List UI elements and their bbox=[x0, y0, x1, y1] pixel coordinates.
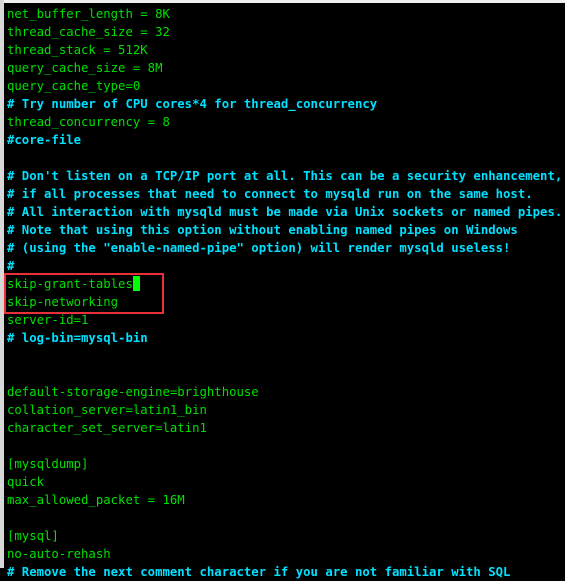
config-comment-line: # Note that using this option without en… bbox=[7, 221, 565, 239]
config-line: query_cache_size = 8M bbox=[7, 59, 565, 77]
line-text: # Remove the next comment character if y… bbox=[7, 565, 511, 579]
line-text: # Note that using this option without en… bbox=[7, 223, 518, 237]
line-text: [mysql] bbox=[7, 529, 59, 543]
line-text: default-storage-engine=brighthouse bbox=[7, 385, 259, 399]
config-line: thread_stack = 512K bbox=[7, 41, 565, 59]
config-comment-line: # Don't listen on a TCP/IP port at all. … bbox=[7, 167, 565, 185]
line-text: server-id=1 bbox=[7, 313, 89, 327]
line-text: # Don't listen on a TCP/IP port at all. … bbox=[7, 169, 563, 183]
line-text: no-auto-rehash bbox=[7, 547, 111, 561]
config-line: net_buffer_length = 8K bbox=[7, 5, 565, 23]
config-comment-line: #core-file bbox=[7, 131, 565, 149]
line-text: thread_cache_size = 32 bbox=[7, 25, 170, 39]
config-comment-line: # All interaction with mysqld must be ma… bbox=[7, 203, 565, 221]
line-text: max_allowed_packet = 16M bbox=[7, 493, 185, 507]
config-line bbox=[7, 149, 565, 167]
config-line bbox=[7, 437, 565, 455]
config-line: character_set_server=latin1 bbox=[7, 419, 565, 437]
config-line: quick bbox=[7, 473, 565, 491]
config-comment-line: # log-bin=mysql-bin bbox=[7, 329, 565, 347]
config-line: thread_concurrency = 8 bbox=[7, 113, 565, 131]
line-text: # Try number of CPU cores*4 for thread_c… bbox=[7, 97, 378, 111]
line-text: net_buffer_length = 8K bbox=[7, 7, 170, 21]
line-text: # log-bin=mysql-bin bbox=[7, 331, 148, 345]
config-line: [mysql] bbox=[7, 527, 565, 545]
config-comment-line: # Try number of CPU cores*4 for thread_c… bbox=[7, 95, 565, 113]
config-line: no-auto-rehash bbox=[7, 545, 565, 563]
line-text: query_cache_size = 8M bbox=[7, 61, 163, 75]
config-line: max_allowed_packet = 16M bbox=[7, 491, 565, 509]
line-text: collation_server=latin1_bin bbox=[7, 403, 207, 417]
line-text: character_set_server=latin1 bbox=[7, 421, 207, 435]
line-text: thread_stack = 512K bbox=[7, 43, 148, 57]
config-line bbox=[7, 509, 565, 527]
line-text: # (using the "enable-named-pipe" option)… bbox=[7, 241, 511, 255]
config-line: query_cache_type=0 bbox=[7, 77, 565, 95]
config-comment-line: # (using the "enable-named-pipe" option)… bbox=[7, 239, 565, 257]
line-text: #core-file bbox=[7, 133, 82, 147]
line-text: # bbox=[7, 259, 15, 273]
line-text: query_cache_type=0 bbox=[7, 79, 141, 93]
line-text: quick bbox=[7, 475, 45, 489]
highlight-box bbox=[4, 273, 164, 314]
config-line bbox=[7, 365, 565, 383]
line-text: # if all processes that need to connect … bbox=[7, 187, 533, 201]
config-line: [mysqldump] bbox=[7, 455, 565, 473]
line-text: [mysqldump] bbox=[7, 457, 89, 471]
window-top-edge bbox=[0, 0, 565, 3]
config-comment-line: # Remove the next comment character if y… bbox=[7, 563, 565, 581]
config-comment-line: # if all processes that need to connect … bbox=[7, 185, 565, 203]
config-line: default-storage-engine=brighthouse bbox=[7, 383, 565, 401]
line-text: thread_concurrency = 8 bbox=[7, 115, 170, 129]
config-line: thread_cache_size = 32 bbox=[7, 23, 565, 41]
line-text: # All interaction with mysqld must be ma… bbox=[7, 205, 563, 219]
config-line bbox=[7, 347, 565, 365]
config-line: collation_server=latin1_bin bbox=[7, 401, 565, 419]
